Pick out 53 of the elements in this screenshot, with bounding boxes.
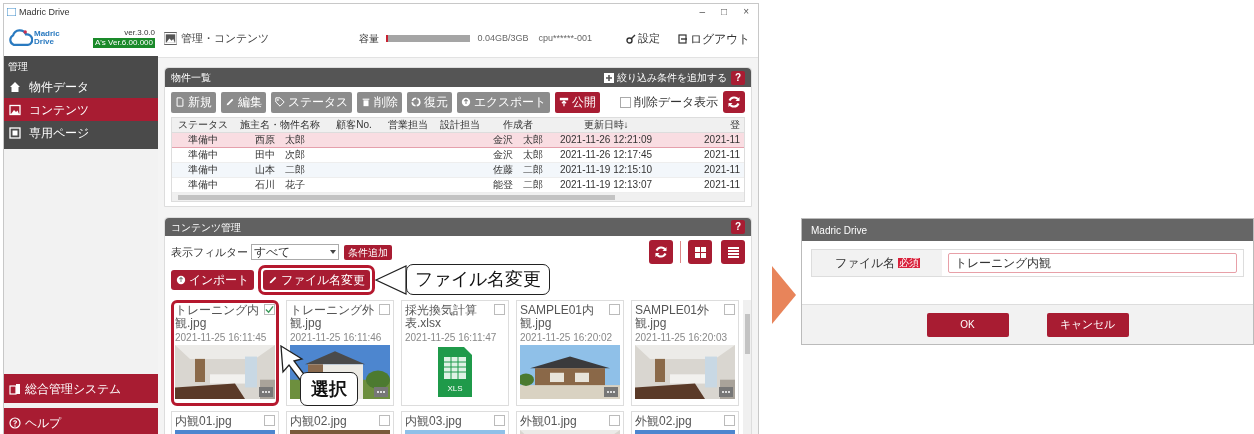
cpu-id: cpu******-001 — [538, 31, 592, 45]
table-cell: 2021-11-19 12:15:10 — [559, 165, 653, 175]
filter-label: 表示フィルター — [171, 244, 248, 260]
table-cell: 2021-11-19 12:13:07 — [559, 180, 653, 190]
table-cell: 準備中 — [188, 150, 218, 160]
table-cell: 準備中 — [188, 135, 218, 145]
table-cell: 山本 二郎 — [255, 165, 305, 175]
section-heading: 管理 — [7, 60, 29, 74]
spreadsheet-icon: XLS — [438, 347, 472, 397]
table-cell: 田中 次郎 — [255, 150, 305, 160]
file-date: 2021-11-25 16:20:03 — [635, 332, 729, 343]
checkbox-label: 削除データ表示 — [634, 94, 718, 111]
panel-title: コンテンツ管理 — [171, 220, 241, 235]
field-label: ファイル名 — [834, 255, 895, 272]
version-text: ver.3.0.0 — [124, 28, 155, 38]
table-cell: 2021-11 — [704, 165, 740, 175]
file-name: SAMPLE01外観.jpg — [635, 304, 711, 330]
file-date: 2021-11-25 16:11:45 — [175, 332, 268, 343]
file-name: トレーニング外観.jpg — [290, 304, 375, 330]
table-cell: 2021-11 — [704, 180, 740, 190]
table-cell: 金沢 太郎 — [493, 135, 543, 145]
storage-label: 容量 — [359, 32, 380, 46]
required-badge: 必須 — [897, 258, 920, 268]
file-name: 採光換気計算表.xlsx — [405, 304, 478, 330]
file-date: 2021-11-25 16:11:47 — [405, 332, 498, 343]
table-cell: 佐藤 二郎 — [493, 165, 543, 175]
table-cell: 金沢 太郎 — [493, 150, 543, 160]
file-date: 2021-11-25 16:20:02 — [520, 332, 614, 343]
file-name: 内観01.jpg — [175, 415, 232, 428]
dialog-title: Madric Drive — [811, 223, 868, 238]
page-title: 管理・コンテンツ — [181, 31, 269, 47]
table-cell: 2021-11-26 12:21:09 — [559, 135, 653, 145]
table-cell: 準備中 — [188, 180, 218, 190]
window-title: Madric Drive — [19, 7, 70, 17]
table-cell: 能登 二郎 — [493, 180, 543, 190]
table-cell: 準備中 — [188, 165, 218, 175]
callout-label: 選択 — [300, 372, 358, 406]
table-cell: 2021-11-26 12:17:45 — [559, 150, 653, 160]
table-cell: 西原 太郎 — [255, 135, 305, 145]
file-name: 外観01.jpg — [520, 415, 577, 428]
table-cell: 石川 花子 — [255, 180, 305, 190]
file-name: 内観03.jpg — [405, 415, 462, 428]
logo-text: Madric Drive — [34, 30, 61, 46]
file-name: SAMPLE01内観.jpg — [520, 304, 596, 330]
file-name: トレーニング内観.jpg — [175, 304, 260, 330]
file-date: 2021-11-25 16:11:46 — [290, 332, 383, 343]
version-badge: A's Ver.6.00.000 — [93, 38, 155, 48]
storage-text: 0.04GB/3GB — [477, 31, 529, 45]
file-name: 外観02.jpg — [635, 415, 692, 428]
table-cell: 2021-11 — [704, 135, 740, 145]
panel-title: 物件一覧 — [171, 71, 211, 85]
table-cell: 2021-11 — [704, 150, 740, 160]
file-name: 内観02.jpg — [290, 415, 347, 428]
